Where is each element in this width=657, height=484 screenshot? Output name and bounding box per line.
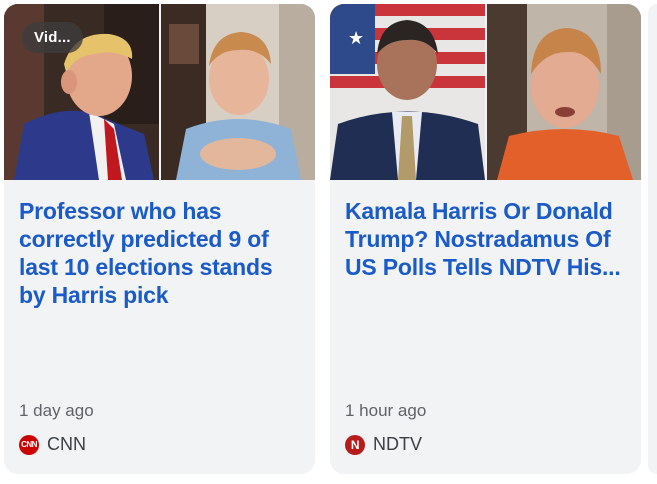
next-card-peek[interactable] — [648, 4, 657, 474]
timestamp: 1 day ago — [19, 401, 94, 420]
news-card-cnn[interactable]: Vid... Professor who has correctly predi… — [4, 4, 315, 474]
headline-link[interactable]: Professor who has correctly predicted 9 … — [19, 197, 304, 309]
video-badge: Vid... — [22, 22, 83, 53]
source-row: CNN CNN — [19, 434, 86, 455]
card-thumbnail[interactable]: Vid... — [4, 4, 315, 180]
cnn-logo-icon: CNN — [19, 434, 39, 455]
thumbnail-photo-anchor: ★ — [330, 4, 485, 180]
news-card-ndtv[interactable]: ★ Kamala Harris Or Donald Trump? Nostrad… — [330, 4, 641, 474]
ndtv-logo-icon: N — [345, 434, 365, 455]
timestamp: 1 hour ago — [345, 401, 427, 420]
source-name: NDTV — [373, 434, 422, 454]
thumbnail-photo-professor — [487, 4, 641, 180]
card-thumbnail[interactable]: ★ — [330, 4, 641, 180]
svg-text:★: ★ — [348, 28, 364, 49]
source-name: CNN — [47, 434, 86, 454]
thumbnail-photo-professor — [161, 4, 315, 180]
headline-link[interactable]: Kamala Harris Or Donald Trump? Nostradam… — [345, 197, 630, 281]
news-carousel: Vid... Professor who has correctly predi… — [0, 0, 657, 484]
source-row: N NDTV — [345, 434, 422, 455]
